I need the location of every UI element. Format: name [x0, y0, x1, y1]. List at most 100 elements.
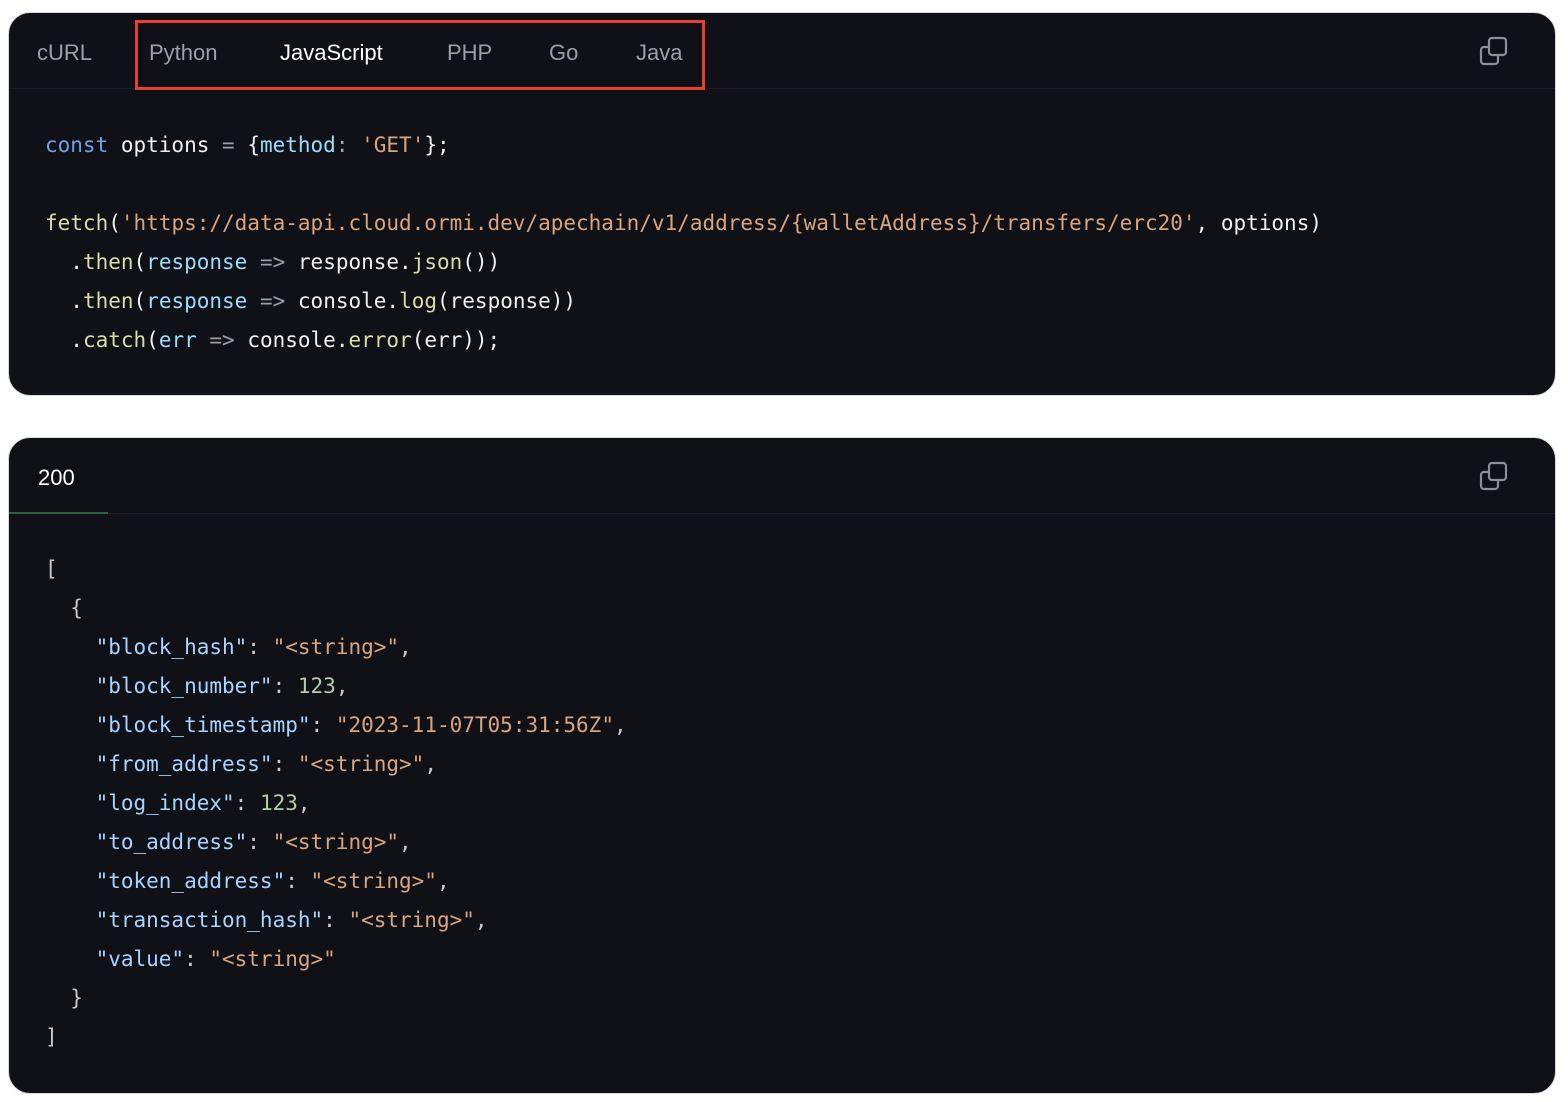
code-token: : — [310, 713, 336, 737]
code-token: (response)) — [437, 289, 577, 313]
code-token: . — [45, 328, 83, 352]
code-token: { — [234, 133, 260, 157]
code-line: fetch('https://data-api.cloud.ormi.dev/a… — [45, 204, 1322, 243]
copy-button[interactable] — [1479, 461, 1509, 491]
code-line: "log_index": 123, — [45, 784, 627, 823]
code-token: response. — [297, 250, 412, 274]
code-token: : — [272, 752, 298, 776]
code-token: "<string>" — [272, 830, 400, 854]
code-token: log — [399, 289, 437, 313]
code-token: : — [184, 947, 210, 971]
code-token: => — [247, 250, 298, 274]
code-token: [ — [45, 557, 58, 581]
code-line: "block_number": 123, — [45, 667, 627, 706]
code-token: , — [399, 635, 412, 659]
code-token: "log_index" — [45, 791, 235, 815]
language-tabbar: cURL Python JavaScript PHP Go Java — [9, 13, 1555, 90]
code-token: { — [45, 596, 83, 620]
tab-status-200[interactable]: 200 — [9, 438, 108, 514]
code-line: "from_address": "<string>", — [45, 745, 627, 784]
code-token: const — [45, 133, 109, 157]
code-token: : — [285, 869, 311, 893]
code-token: . — [45, 289, 83, 313]
code-token: => — [247, 289, 298, 313]
response-code-block: [ { "block_hash": "<string>", "block_num… — [45, 550, 627, 1057]
code-token: : — [234, 791, 260, 815]
code-line: .catch(err => console.error(err)); — [45, 321, 1322, 360]
code-token: (err)); — [411, 328, 501, 352]
code-token: options — [108, 133, 223, 157]
code-token: , — [335, 674, 349, 698]
code-token: "<string>" — [348, 908, 475, 932]
code-token: "token_address" — [45, 869, 286, 893]
code-token: catch — [82, 328, 147, 352]
code-token: = — [222, 133, 235, 157]
code-token: } — [45, 986, 83, 1010]
tab-java[interactable]: Java — [636, 13, 682, 89]
code-token: "block_hash" — [45, 635, 248, 659]
copy-button[interactable] — [1479, 36, 1509, 66]
code-token: "2023-11-07T05:31:56Z" — [335, 713, 614, 737]
code-token: ( — [108, 211, 121, 235]
tab-javascript[interactable]: JavaScript — [280, 13, 383, 89]
code-token: : — [247, 635, 273, 659]
response-tabbar: 200 — [9, 438, 1555, 514]
code-line: { — [45, 589, 627, 628]
code-line: "token_address": "<string>", — [45, 862, 627, 901]
code-token: . — [45, 250, 83, 274]
response-code-panel: 200 [ { "block_hash": "<string>", "block… — [8, 437, 1556, 1094]
code-token: "<string>" — [209, 947, 336, 971]
code-line: const options = {method: 'GET'}; — [45, 126, 1322, 165]
code-token: ( — [133, 289, 147, 313]
code-line: ] — [45, 1018, 627, 1057]
code-token: "<string>" — [297, 752, 425, 776]
tab-curl[interactable]: cURL — [37, 13, 92, 89]
code-token: , — [297, 791, 311, 815]
code-token: , — [613, 713, 627, 737]
code-token: "from_address" — [45, 752, 273, 776]
code-token: "block_number" — [45, 674, 273, 698]
code-line: "transaction_hash": "<string>", — [45, 901, 627, 940]
code-token: ( — [146, 328, 159, 352]
code-token: , — [399, 830, 412, 854]
code-token: "value" — [45, 947, 185, 971]
code-token: response — [146, 250, 248, 274]
code-token: : — [247, 830, 273, 854]
code-token: "transaction_hash" — [45, 908, 324, 932]
code-line: .then(response => console.log(response)) — [45, 282, 1322, 321]
code-line: [ — [45, 550, 627, 589]
copy-icon — [1479, 36, 1508, 66]
code-token: 'https://data-api.cloud.ormi.dev/apechai… — [120, 211, 1196, 235]
code-token: "<string>" — [310, 869, 437, 893]
tab-python[interactable]: Python — [149, 13, 218, 89]
tab-highlight-box — [135, 20, 705, 90]
code-token: 123 — [297, 674, 336, 698]
code-token: , — [436, 869, 450, 893]
code-token: 'GET' — [361, 133, 425, 157]
code-token: ( — [133, 250, 147, 274]
code-token: , — [474, 908, 488, 932]
code-token: 123 — [259, 791, 298, 815]
code-token: "<string>" — [272, 635, 400, 659]
code-token: "block_timestamp" — [45, 713, 311, 737]
code-line: "block_hash": "<string>", — [45, 628, 627, 667]
code-token: error — [348, 328, 412, 352]
code-token: => — [196, 328, 248, 352]
code-token: : — [323, 908, 349, 932]
code-token: then — [82, 289, 134, 313]
code-token: method — [259, 133, 336, 157]
code-token: ()) — [462, 250, 501, 274]
code-token: then — [82, 250, 134, 274]
code-token: console. — [247, 328, 349, 352]
tab-php[interactable]: PHP — [447, 13, 492, 89]
code-token: }; — [424, 133, 450, 157]
copy-icon — [1479, 461, 1508, 491]
code-line: .then(response => response.json()) — [45, 243, 1322, 282]
code-line: "to_address": "<string>", — [45, 823, 627, 862]
code-line: "block_timestamp": "2023-11-07T05:31:56Z… — [45, 706, 627, 745]
code-token: : — [272, 674, 298, 698]
code-token: : — [335, 133, 362, 157]
code-token: "to_address" — [45, 830, 248, 854]
tab-go[interactable]: Go — [549, 13, 578, 89]
